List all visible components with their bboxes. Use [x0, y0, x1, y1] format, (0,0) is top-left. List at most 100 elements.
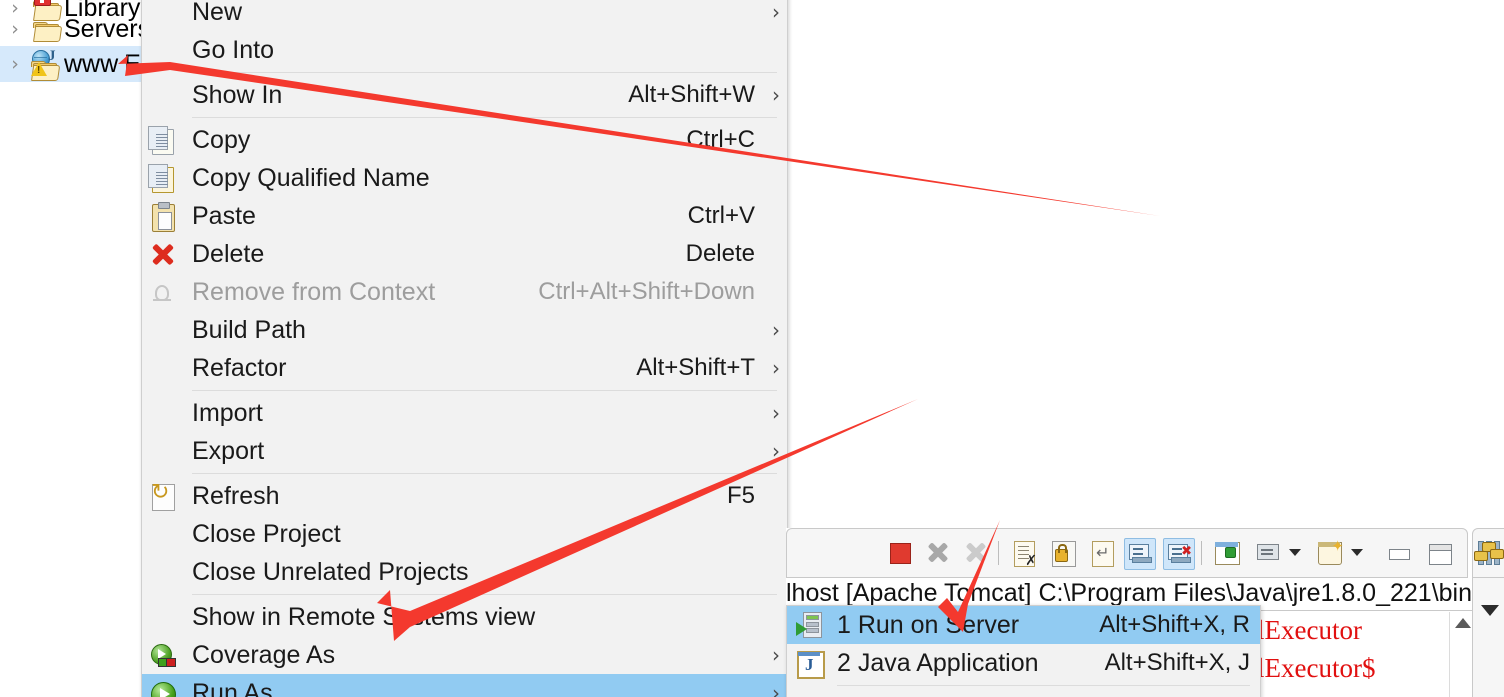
remove-all-launches-button[interactable] [961, 538, 991, 568]
menu-item-new[interactable]: New › [142, 0, 787, 31]
maximize-button[interactable] [1425, 538, 1455, 568]
stop-icon [890, 543, 911, 564]
menu-item-label: Import [192, 398, 263, 427]
filter-settings-icon[interactable] [1474, 539, 1504, 565]
console-toolbar[interactable]: ✗ ✖ [786, 528, 1468, 578]
right-view-panel[interactable] [1472, 528, 1504, 697]
menu-item-icon [142, 557, 192, 587]
menu-item-label: Export [192, 436, 265, 465]
menu-separator [837, 685, 1250, 686]
tree-item-servers[interactable]: › Servers [0, 11, 141, 47]
expand-arrow-icon[interactable]: › [0, 19, 30, 39]
word-wrap-button[interactable] [1087, 538, 1117, 568]
menu-item-import[interactable]: Import › [142, 394, 787, 432]
menu-item-close-project[interactable]: Close Project › [142, 515, 787, 553]
pin-console-button[interactable] [1211, 538, 1241, 568]
coverage-icon [142, 640, 192, 670]
menu-item-close-unrelated-projects[interactable]: Close Unrelated Projects › [142, 553, 787, 591]
run-on-server-icon [787, 610, 837, 640]
chevron-down-icon[interactable] [1289, 549, 1301, 556]
menu-item-icon [142, 602, 192, 632]
clear-console-icon: ✗ [1014, 541, 1037, 568]
lock-scroll-button[interactable] [1048, 538, 1078, 568]
project-explorer-tree[interactable]: › Library › Servers › J www E [0, 0, 142, 697]
show-console-stdout-icon [1129, 544, 1152, 563]
menu-separator [192, 390, 777, 391]
copy-icon [142, 125, 192, 155]
menu-item-copy[interactable]: Copy Ctrl+C › [142, 121, 787, 159]
menu-item-label: Refresh [192, 481, 280, 510]
menu-item-show-in-remote-systems-view[interactable]: Show in Remote Systems view › [142, 598, 787, 636]
menu-item-export[interactable]: Export › [142, 432, 787, 470]
submenu-arrow-icon: › [772, 318, 780, 342]
submenu-arrow-icon: › [772, 643, 780, 667]
menu-item-label: Run As [192, 678, 273, 697]
submenu-arrow-icon: › [765, 38, 787, 62]
submenu-arrow-icon: › [765, 204, 787, 228]
menu-separator [192, 117, 777, 118]
submenu-arrow-icon: › [772, 83, 780, 107]
menu-item-coverage-as[interactable]: Coverage As › [142, 636, 787, 674]
show-console-stderr-icon: ✖ [1168, 544, 1192, 563]
open-console-button[interactable] [1314, 537, 1344, 568]
folder-icon [30, 14, 64, 44]
java-application-icon [787, 648, 837, 679]
menu-item-paste[interactable]: Paste Ctrl+V › [142, 197, 787, 235]
submenu-arrow-icon: › [765, 605, 787, 629]
menu-item-show-in[interactable]: Show In Alt+Shift+W › [142, 76, 787, 114]
display-console-icon [1257, 544, 1279, 561]
menu-item-accelerator: Delete [685, 240, 755, 267]
menu-item-remove-from-context: Remove from Context Ctrl+Alt+Shift+Down … [142, 273, 787, 311]
expand-arrow-icon[interactable]: › [0, 54, 30, 74]
delete-icon [142, 239, 192, 269]
toolbar-separator [998, 541, 999, 565]
menu-item-label: Coverage As [192, 640, 336, 669]
run-configurations-icon [787, 693, 837, 697]
menu-item-refresh[interactable]: Refresh F5 › [142, 477, 787, 515]
menu-separator [192, 473, 777, 474]
submenu-item-label: 1 Run on Server [837, 610, 1020, 639]
menu-item-label: New [192, 0, 243, 26]
submenu-item-label: Run Configurations... [837, 694, 1250, 697]
submenu-arrow-icon: › [765, 560, 787, 584]
show-console-on-error-button[interactable]: ✖ [1163, 538, 1195, 570]
submenu-item-run-on-server[interactable]: 1 Run on Server Alt+Shift+X, R [787, 606, 1260, 644]
menu-item-delete[interactable]: Delete Delete › [142, 235, 787, 273]
clear-console-button[interactable]: ✗ [1009, 538, 1039, 568]
tree-item-www[interactable]: › J www E [0, 46, 141, 82]
menu-item-accelerator: Alt+Shift+T [636, 354, 755, 381]
maximize-icon [1429, 544, 1452, 565]
show-console-on-output-button[interactable] [1124, 538, 1156, 570]
chevron-down-icon[interactable] [1481, 605, 1499, 616]
remove-from-context-icon [142, 277, 192, 307]
menu-item-label: Delete [192, 239, 265, 268]
menu-item-label: Show In [192, 80, 283, 109]
menu-item-run-as[interactable]: Run As › [142, 674, 787, 697]
submenu-arrow-icon: › [772, 681, 780, 697]
submenu-item-run-configurations[interactable]: Run Configurations... [787, 689, 1260, 697]
menu-item-label: Show in Remote Systems view [192, 602, 536, 631]
menu-item-label: Build Path [192, 315, 306, 344]
close-all-icon [964, 541, 987, 564]
menu-item-copy-qualified-name[interactable]: Copy Qualified Name › [142, 159, 787, 197]
submenu-item-java-application[interactable]: 2 Java Application Alt+Shift+X, J [787, 644, 1260, 682]
display-selected-console-button[interactable] [1253, 538, 1283, 568]
menu-item-label: Refactor [192, 353, 287, 382]
tree-item-label: www [64, 49, 119, 78]
menu-item-build-path[interactable]: Build Path › [142, 311, 787, 349]
menu-separator [192, 594, 777, 595]
run-as-submenu[interactable]: 1 Run on Server Alt+Shift+X, R 2 Java Ap… [786, 605, 1261, 697]
minimize-button[interactable] [1385, 538, 1415, 568]
remove-launch-button[interactable] [923, 538, 953, 568]
menu-item-refactor[interactable]: Refactor Alt+Shift+T › [142, 349, 787, 387]
project-context-menu[interactable]: New › Go Into › Show In Alt+Shift+W › Co… [141, 0, 788, 697]
menu-item-label: Paste [192, 201, 256, 230]
web-java-project-icon: J [30, 48, 64, 81]
submenu-item-accelerator: Alt+Shift+X, J [1104, 649, 1250, 676]
menu-item-go-into[interactable]: Go Into › [142, 31, 787, 69]
scroll-up-icon[interactable] [1455, 618, 1471, 628]
submenu-arrow-icon: › [765, 128, 787, 152]
chevron-down-icon[interactable] [1351, 549, 1363, 556]
terminate-button[interactable] [885, 538, 915, 568]
close-icon [926, 541, 949, 564]
